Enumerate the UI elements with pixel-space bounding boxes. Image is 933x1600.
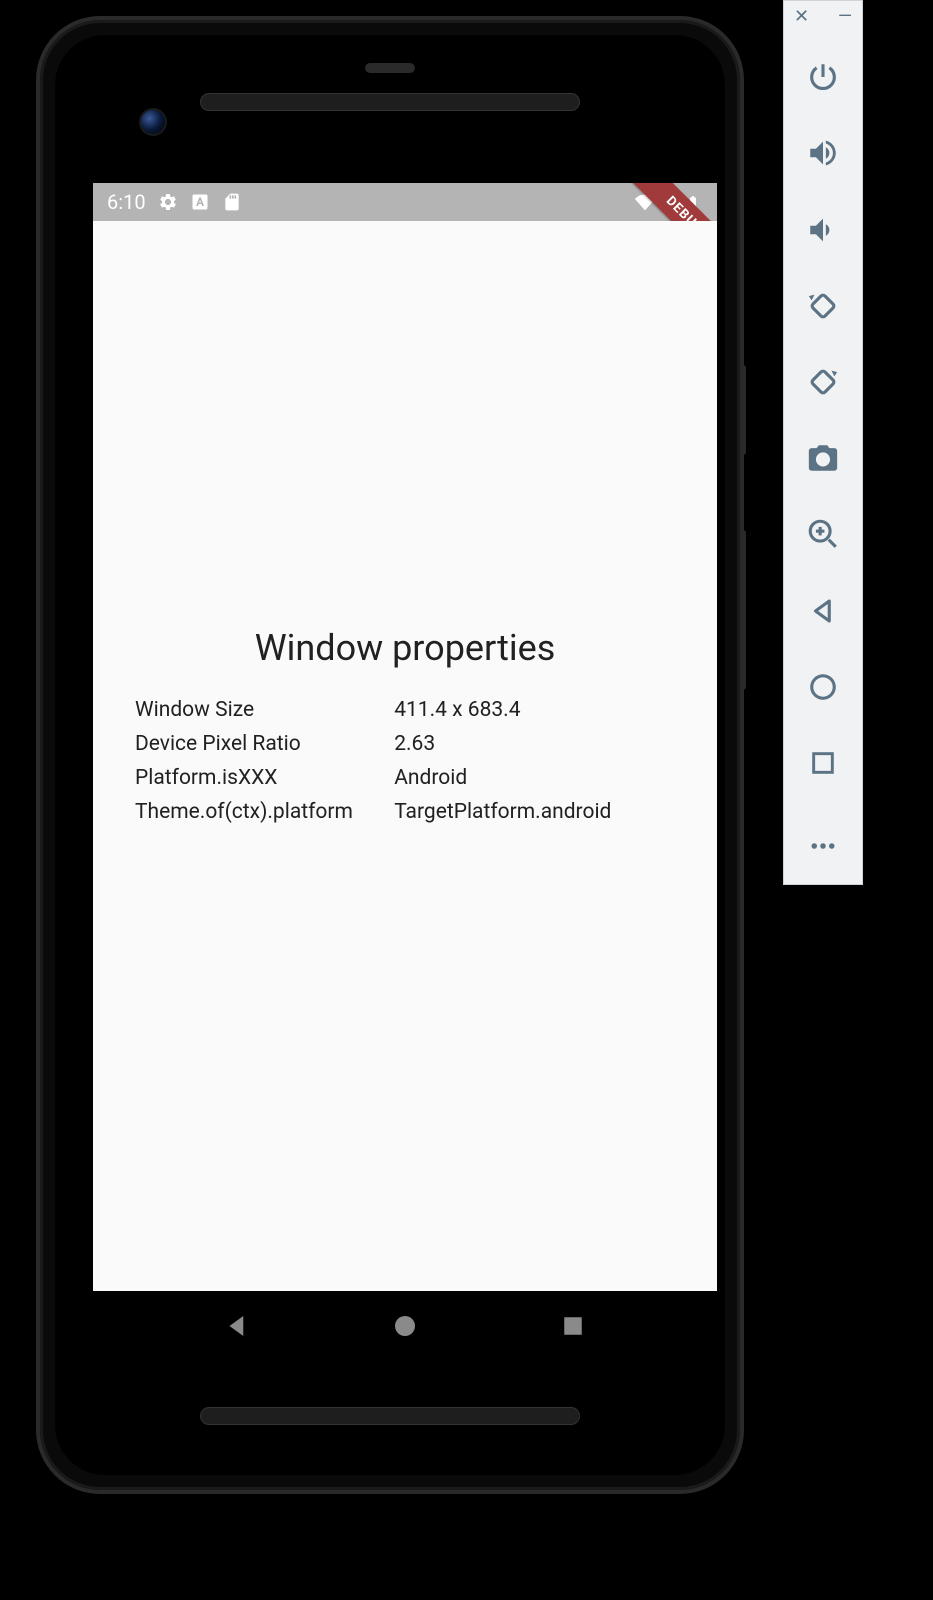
properties-table: Window Size 411.4 x 683.4 Device Pixel R… [135,693,675,829]
gear-icon [158,192,178,212]
overview-button[interactable] [793,738,853,788]
android-nav-bar [93,1291,717,1361]
table-row: Window Size 411.4 x 683.4 [135,693,675,727]
minimize-icon[interactable]: — [838,8,852,26]
phone-front-camera [139,108,167,136]
table-row: Theme.of(ctx).platform TargetPlatform.an… [135,795,675,829]
status-bar: 6:10 A [93,183,717,221]
nav-back-button[interactable] [187,1296,287,1356]
phone-screen: 6:10 A [93,183,717,1291]
prop-value: 2.63 [394,732,675,756]
prop-label: Device Pixel Ratio [135,732,394,756]
text-a-icon: A [190,192,210,212]
emulator-sidebar: ✕ — [783,0,863,885]
table-row: Device Pixel Ratio 2.63 [135,727,675,761]
close-icon[interactable]: ✕ [794,8,809,26]
page-title: Window properties [255,627,556,669]
rotate-left-button[interactable] [793,281,853,331]
prop-label: Theme.of(ctx).platform [135,800,394,824]
prop-value: Android [394,766,675,790]
status-bar-left: 6:10 A [107,190,242,214]
svg-text:A: A [196,195,204,209]
sd-card-icon [222,192,242,212]
table-row: Platform.isXXX Android [135,761,675,795]
phone-device-frame: 6:10 A [40,20,740,1490]
prop-value: TargetPlatform.android [394,800,675,824]
back-button[interactable] [793,586,853,636]
zoom-button[interactable] [793,509,853,559]
nav-recent-button[interactable] [523,1296,623,1356]
phone-bezel: 6:10 A [55,35,725,1475]
power-button[interactable] [793,52,853,102]
phone-power-button [740,365,746,455]
home-button[interactable] [793,662,853,712]
prop-value: 411.4 x 683.4 [394,698,675,722]
volume-down-button[interactable] [793,204,853,254]
screenshot-button[interactable] [793,433,853,483]
phone-speaker-top [200,93,580,111]
prop-label: Window Size [135,698,394,722]
status-time: 6:10 [107,190,146,214]
phone-volume-rocker [740,530,746,690]
prop-label: Platform.isXXX [135,766,394,790]
volume-up-button[interactable] [793,128,853,178]
sidebar-window-controls: ✕ — [784,7,862,27]
phone-speaker-bottom [200,1407,580,1425]
rotate-right-button[interactable] [793,357,853,407]
more-options-button[interactable] [793,821,853,871]
nav-home-button[interactable] [355,1296,455,1356]
phone-notch-slot [365,63,415,73]
app-content: Window properties Window Size 411.4 x 68… [93,221,717,1291]
